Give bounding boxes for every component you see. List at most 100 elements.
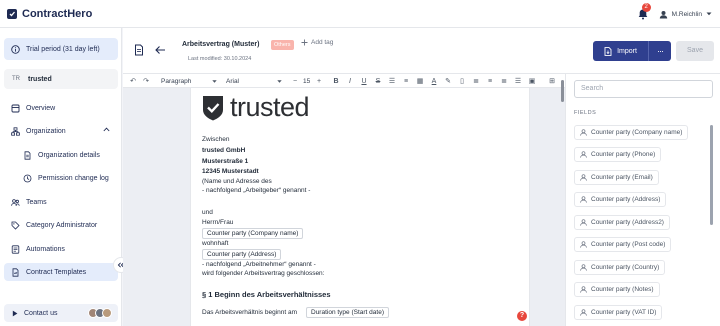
- add-tag-button[interactable]: Add tag: [301, 39, 333, 46]
- page-break-button[interactable]: ▯: [457, 74, 467, 88]
- document-icon: [23, 150, 32, 160]
- strikethrough-button[interactable]: S: [373, 74, 383, 88]
- highlight-button[interactable]: ✎: [443, 74, 453, 88]
- company-logo: trusted: [202, 92, 310, 123]
- sidebar-item-label: Category Administrator: [26, 221, 98, 229]
- notifications-button[interactable]: 2: [637, 3, 651, 20]
- underline-button[interactable]: U: [359, 74, 369, 88]
- person-icon: [580, 286, 587, 293]
- tenant-switcher[interactable]: TR trusted: [4, 69, 118, 89]
- field-insert-button[interactable]: ⊞: [547, 74, 557, 88]
- fields-heading: FIELDS: [574, 110, 597, 116]
- field-item-label: Counter party (Email): [591, 174, 653, 181]
- doc-line: Zwischen: [202, 136, 230, 143]
- align-center-button[interactable]: ≡: [485, 74, 495, 88]
- italic-button[interactable]: I: [345, 74, 355, 88]
- field-chip-company-name[interactable]: Counter party (Company name): [202, 228, 304, 239]
- section-heading: § 1 Beginn des Arbeitsverhältnisses: [202, 290, 331, 299]
- import-button[interactable]: Import: [593, 41, 649, 61]
- save-button[interactable]: Save: [676, 41, 714, 61]
- category-tag[interactable]: Others: [271, 40, 294, 50]
- image-button[interactable]: ▣: [527, 74, 537, 88]
- italic-icon: I: [349, 77, 351, 85]
- font-size-decrease[interactable]: −: [290, 74, 300, 88]
- doc-line: - nachfolgend „Arbeitgeber“ genannt -: [202, 187, 311, 194]
- fields-search-input[interactable]: Search: [574, 80, 713, 98]
- import-label: Import: [617, 47, 637, 55]
- sidebar-item-teams[interactable]: Teams: [4, 193, 118, 211]
- sidebar-item-organization[interactable]: Organization: [4, 122, 118, 140]
- sidebar-item-label: Organization: [26, 127, 66, 135]
- trial-text: Trial period (31 day left): [26, 45, 100, 53]
- editor-scrollbar[interactable]: [561, 80, 564, 102]
- bullet-list-button[interactable]: ☰: [387, 74, 397, 88]
- align-left-button[interactable]: ≣: [471, 74, 481, 88]
- field-item[interactable]: Counter party (Email): [574, 170, 659, 185]
- document-title[interactable]: Arbeitsvertrag (Muster): [182, 41, 259, 48]
- person-icon: [580, 241, 587, 248]
- contact-us-button[interactable]: Contact us: [4, 304, 118, 322]
- sidebar-item-organization-details[interactable]: Organization details: [4, 146, 118, 164]
- field-item[interactable]: Counter party (Address): [574, 192, 667, 207]
- numbered-list-button[interactable]: ≡: [401, 74, 411, 88]
- sidebar-item-label: Permission change log: [38, 174, 109, 182]
- user-name: M.Reichlin: [671, 10, 702, 18]
- field-item[interactable]: Counter party (VAT ID): [574, 305, 663, 320]
- justify-button[interactable]: ☰: [513, 74, 523, 88]
- plus-icon: +: [316, 77, 322, 85]
- sidebar-item-overview[interactable]: Overview: [4, 99, 118, 117]
- block-type-select[interactable]: Paragraph: [161, 74, 219, 88]
- numbered-list-icon: ≡: [403, 77, 409, 85]
- contact-label: Contact us: [24, 309, 58, 317]
- sidebar-item-automations[interactable]: Automations: [4, 240, 118, 258]
- app-logo[interactable]: ContractHero: [6, 8, 92, 20]
- sidebar: Trial period (31 day left) TR trusted Ov…: [0, 28, 122, 326]
- tenant-name: trusted: [28, 75, 52, 83]
- person-icon: [580, 196, 587, 203]
- doc-line: Das Arbeitsverhältnis beginnt am: [202, 309, 298, 316]
- sidebar-item-permission-change-log[interactable]: Permission change log: [4, 169, 118, 187]
- play-icon: [12, 310, 18, 317]
- doc-line: 12345 Musterstadt: [202, 168, 259, 175]
- caret-down-icon: [277, 79, 282, 83]
- align-left-icon: ≣: [473, 78, 479, 85]
- more-options-button[interactable]: ···: [649, 46, 671, 56]
- field-item[interactable]: Counter party (Phone): [574, 147, 662, 162]
- chevron-up-icon[interactable]: [103, 127, 110, 132]
- sidebar-item-category-administrator[interactable]: Category Administrator: [4, 216, 118, 234]
- template-icon: [11, 267, 20, 277]
- font-size-value[interactable]: 15: [303, 74, 310, 88]
- redo-button[interactable]: ↷: [141, 74, 151, 88]
- organization-icon: [11, 126, 20, 136]
- font-select[interactable]: Arial: [226, 74, 284, 88]
- font-size-increase[interactable]: +: [314, 74, 324, 88]
- field-item[interactable]: Counter party (Notes): [574, 282, 660, 297]
- table-icon: ▦: [416, 78, 424, 85]
- sidebar-item-label: Overview: [26, 104, 56, 112]
- field-chip-start-date[interactable]: Duration type (Start date): [306, 307, 389, 318]
- bold-icon: B: [333, 77, 339, 85]
- align-right-button[interactable]: ≣: [499, 74, 509, 88]
- field-item[interactable]: Counter party (Country): [574, 260, 666, 275]
- trial-banner[interactable]: Trial period (31 day left): [4, 38, 118, 60]
- field-item[interactable]: Counter party (Address2): [574, 215, 670, 230]
- editor-toolbar: ↶ ↷ Paragraph Arial − 15 + B I U S ☰ ≡ ▦…: [123, 74, 565, 88]
- undo-button[interactable]: ↶: [128, 74, 138, 88]
- page-icon: ▯: [460, 78, 464, 85]
- help-button[interactable]: ?: [517, 311, 527, 321]
- table-button[interactable]: ▦: [415, 74, 425, 88]
- text-color-button[interactable]: A: [429, 74, 439, 88]
- strikethrough-icon: S: [375, 77, 381, 85]
- doc-line: (Name und Adresse des: [202, 178, 272, 185]
- sidebar-item-contract-templates[interactable]: Contract Templates: [4, 263, 118, 281]
- field-chip-address[interactable]: Counter party (Address): [202, 249, 282, 260]
- field-item[interactable]: Counter party (Company name): [574, 125, 689, 140]
- user-menu[interactable]: M.Reichlin: [659, 10, 712, 19]
- history-icon: [23, 174, 32, 183]
- fields-scrollbar[interactable]: [710, 125, 713, 225]
- bold-button[interactable]: B: [331, 74, 341, 88]
- field-item[interactable]: Counter party (Post code): [574, 237, 672, 252]
- image-icon: ▣: [528, 78, 536, 85]
- back-arrow-icon[interactable]: [154, 44, 166, 56]
- font-value: Arial: [226, 77, 240, 85]
